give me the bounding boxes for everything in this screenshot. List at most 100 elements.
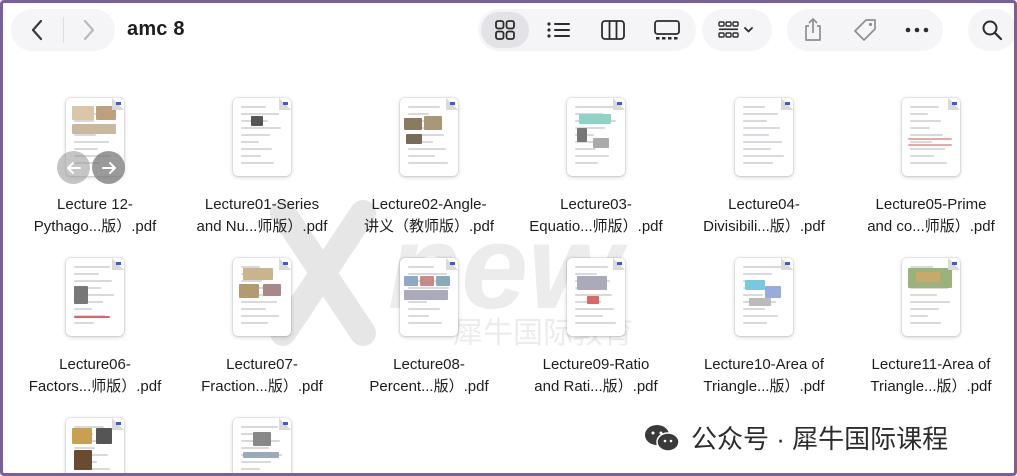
file-name-line2: Fraction...版）.pdf (201, 378, 323, 395)
pdf-thumbnail[interactable] (66, 418, 124, 473)
toolbar: amc 8 (3, 3, 1014, 59)
finder-window: amc 8 new 犀牛国际教育 Lecture 12- Pythago...版… (0, 0, 1017, 476)
file-name-line1: Lecture03- (560, 196, 632, 213)
file-name: Lecture10-Area of Triangle...版）.pdf (680, 354, 848, 398)
file-item[interactable]: Lecture02-Angle- 讲义（教师版）.pdf (345, 98, 513, 238)
file-name-line1: Lecture08- (393, 356, 465, 373)
chevron-left-icon (31, 19, 42, 41)
back-button[interactable] (11, 9, 63, 51)
file-name-line1: Lecture07- (226, 356, 298, 373)
file-name-line1: Lecture05-Prime (875, 196, 987, 213)
wechat-icon (645, 424, 680, 452)
thumbnail-prev-button[interactable] (57, 151, 90, 184)
file-name-line2: and Nu...师版）.pdf (196, 218, 328, 235)
file-name-line1: Lecture02-Angle- (371, 196, 487, 213)
gallery-view-button[interactable] (643, 9, 691, 51)
file-item[interactable] (178, 418, 346, 473)
account-name: 公众号 · 犀牛国际课程 (691, 424, 949, 454)
file-name-line2: Equatio...师版）.pdf (529, 218, 663, 235)
pdf-thumbnail[interactable] (735, 258, 793, 336)
tag-button[interactable] (839, 9, 891, 51)
file-item[interactable] (11, 418, 179, 473)
tag-icon (854, 19, 876, 41)
file-name-line2: and Rati...版）.pdf (534, 378, 658, 395)
file-item[interactable]: Lecture06- Factors...师版）.pdf (11, 258, 179, 398)
file-name: Lecture01-Series and Nu...师版）.pdf (178, 194, 346, 238)
file-name-line2: 讲义（教师版）.pdf (363, 218, 495, 235)
file-name-line2: and co...师版）.pdf (867, 218, 995, 235)
file-name: Lecture 12- Pythago...版）.pdf (11, 194, 179, 238)
pdf-thumbnail[interactable] (233, 258, 291, 336)
file-item[interactable]: Lecture01-Series and Nu...师版）.pdf (178, 98, 346, 238)
navigation-group (11, 9, 115, 51)
file-name-line2: Factors...师版）.pdf (28, 378, 162, 395)
file-item[interactable]: Lecture05-Prime and co...师版）.pdf (847, 98, 1014, 238)
thumbnail-next-button[interactable] (92, 151, 125, 184)
file-name: Lecture04- Divisibili...版）.pdf (680, 194, 848, 238)
file-item[interactable]: Lecture07- Fraction...版）.pdf (178, 258, 346, 398)
group-by-menu[interactable] (702, 9, 772, 51)
file-item[interactable]: Lecture03- Equatio...师版）.pdf (512, 98, 680, 238)
file-item[interactable]: Lecture10-Area of Triangle...版）.pdf (680, 258, 848, 398)
file-name-line1: Lecture06- (59, 356, 131, 373)
thumbnail-page-controls (57, 151, 125, 184)
pdf-thumbnail[interactable] (66, 258, 124, 336)
search-button[interactable] (968, 9, 1014, 51)
share-icon (805, 18, 821, 41)
file-name-line1: Lecture09-Ratio (542, 356, 650, 373)
wechat-account-watermark: 公众号 · 犀牛国际课程 (643, 419, 948, 456)
file-item[interactable]: Lecture08- Percent...版）.pdf (345, 258, 513, 398)
group-by-icon (718, 21, 753, 38)
file-name-line2: Triangle...版）.pdf (703, 378, 825, 395)
forward-button[interactable] (63, 9, 115, 51)
pdf-thumbnail[interactable] (902, 258, 960, 336)
group-by-button[interactable] (702, 9, 772, 51)
file-item[interactable]: Lecture04- Divisibili...版）.pdf (680, 98, 848, 238)
gallery-view-icon (654, 20, 680, 40)
file-item[interactable]: Lecture09-Ratio and Rati...版）.pdf (512, 258, 680, 398)
pdf-thumbnail[interactable] (902, 98, 960, 176)
arrow-left-icon (66, 161, 81, 174)
view-switcher (478, 9, 696, 51)
file-name: Lecture02-Angle- 讲义（教师版）.pdf (345, 194, 513, 238)
search-group (968, 9, 1014, 51)
list-view-button[interactable] (535, 9, 583, 51)
file-name-line1: Lecture10-Area of (703, 356, 825, 373)
pdf-thumbnail[interactable] (233, 418, 291, 473)
file-name: Lecture06- Factors...师版）.pdf (11, 354, 179, 398)
file-name-line2: Pythago...版）.pdf (33, 218, 157, 235)
pdf-thumbnail[interactable] (567, 258, 625, 336)
pdf-thumbnail[interactable] (735, 98, 793, 176)
arrow-right-icon (101, 161, 116, 174)
column-view-icon (601, 20, 625, 40)
more-button[interactable] (891, 9, 943, 51)
more-icon (905, 27, 929, 33)
column-view-button[interactable] (589, 9, 637, 51)
share-button[interactable] (787, 9, 839, 51)
list-view-icon (547, 22, 570, 38)
chevron-down-icon (744, 27, 753, 33)
file-name-line2: Percent...版）.pdf (369, 378, 489, 395)
pdf-thumbnail[interactable] (400, 258, 458, 336)
pdf-thumbnail[interactable] (400, 98, 458, 176)
file-name: Lecture09-Ratio and Rati...版）.pdf (512, 354, 680, 398)
file-name: Lecture07- Fraction...版）.pdf (178, 354, 346, 398)
chevron-right-icon (84, 19, 95, 41)
pdf-thumbnail[interactable] (567, 98, 625, 176)
file-name-line2: Divisibili...版）.pdf (703, 218, 825, 235)
window-title: amc 8 (127, 18, 185, 40)
file-name: Lecture08- Percent...版）.pdf (345, 354, 513, 398)
icon-view-button[interactable] (481, 12, 529, 48)
file-name: Lecture11-Area of Triangle...版）.pdf (847, 354, 1014, 398)
pdf-thumbnail[interactable] (233, 98, 291, 176)
file-name: Lecture03- Equatio...师版）.pdf (512, 194, 680, 238)
file-name: Lecture05-Prime and co...师版）.pdf (847, 194, 1014, 238)
icon-view-icon (495, 20, 515, 40)
file-name-line2: Triangle...版）.pdf (870, 378, 992, 395)
file-name-line1: Lecture01-Series (204, 196, 320, 213)
search-icon (982, 20, 1003, 41)
file-name-line1: Lecture04- (728, 196, 800, 213)
file-name-line1: Lecture 12- (57, 196, 133, 213)
file-item[interactable]: Lecture11-Area of Triangle...版）.pdf (847, 258, 1014, 398)
actions-group (787, 9, 943, 51)
